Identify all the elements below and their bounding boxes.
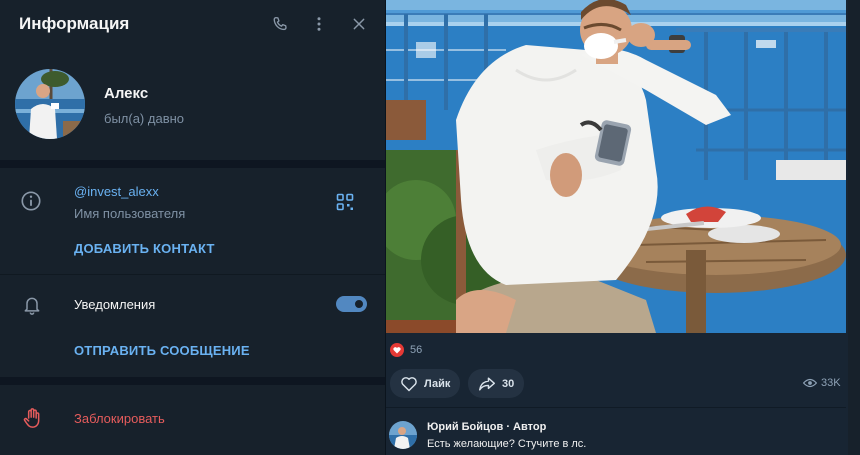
info-header: Информация [0, 0, 385, 48]
notifications-label: Уведомления [74, 297, 156, 312]
views-counter: 33K [803, 377, 841, 389]
app-window: Информация Алекс был(а) давно @invest_al… [0, 0, 860, 455]
comment-avatar[interactable] [389, 421, 417, 449]
share-button[interactable]: 30 [468, 369, 525, 398]
eye-icon [803, 378, 817, 388]
qr-code-icon[interactable] [336, 193, 354, 216]
profile-status: был(а) давно [104, 111, 185, 126]
close-icon[interactable] [347, 12, 371, 36]
page-title: Информация [19, 14, 130, 33]
profile-name: Алекс [104, 85, 149, 102]
username-value[interactable]: @invest_alexx [74, 184, 159, 199]
like-button[interactable]: Лайк [390, 369, 461, 398]
add-contact-button[interactable]: ДОБАВИТЬ КОНТАКТ [74, 241, 215, 256]
section-divider [0, 274, 385, 275]
notifications-toggle[interactable] [336, 296, 367, 312]
info-panel: Информация Алекс был(а) давно @invest_al… [0, 0, 385, 455]
post-panel: 56 Лайк 30 33K Юрий Бойцов · Автор Есть … [385, 0, 860, 455]
heart-icon [401, 376, 417, 391]
share-arrow-icon [478, 376, 495, 391]
comment-author[interactable]: Юрий Бойцов · Автор [427, 421, 546, 433]
block-hand-icon [22, 407, 42, 434]
avatar[interactable] [15, 69, 85, 139]
block-user-button[interactable]: Заблокировать [74, 411, 165, 426]
profile-section: Алекс был(а) давно [0, 48, 385, 160]
section-divider [0, 160, 385, 168]
phone-icon[interactable] [268, 12, 292, 36]
username-caption: Имя пользователя [74, 206, 186, 221]
section-divider [0, 377, 385, 385]
reaction-summary[interactable]: 56 [390, 343, 422, 357]
comment-divider [386, 407, 846, 408]
more-vertical-icon[interactable] [307, 12, 331, 36]
info-icon [20, 190, 42, 217]
views-count: 33K [821, 377, 841, 389]
toggle-knob [353, 298, 365, 310]
heart-reaction-icon [390, 343, 404, 357]
reaction-count: 56 [410, 344, 423, 356]
bell-icon [22, 294, 42, 321]
comment-text: Есть желающие? Стучите в лс. [427, 438, 587, 450]
scrollbar[interactable] [848, 0, 860, 455]
post-photo[interactable] [386, 0, 846, 333]
like-label: Лайк [424, 377, 451, 390]
share-count: 30 [502, 377, 515, 390]
send-message-button[interactable]: ОТПРАВИТЬ СООБЩЕНИЕ [74, 343, 250, 358]
